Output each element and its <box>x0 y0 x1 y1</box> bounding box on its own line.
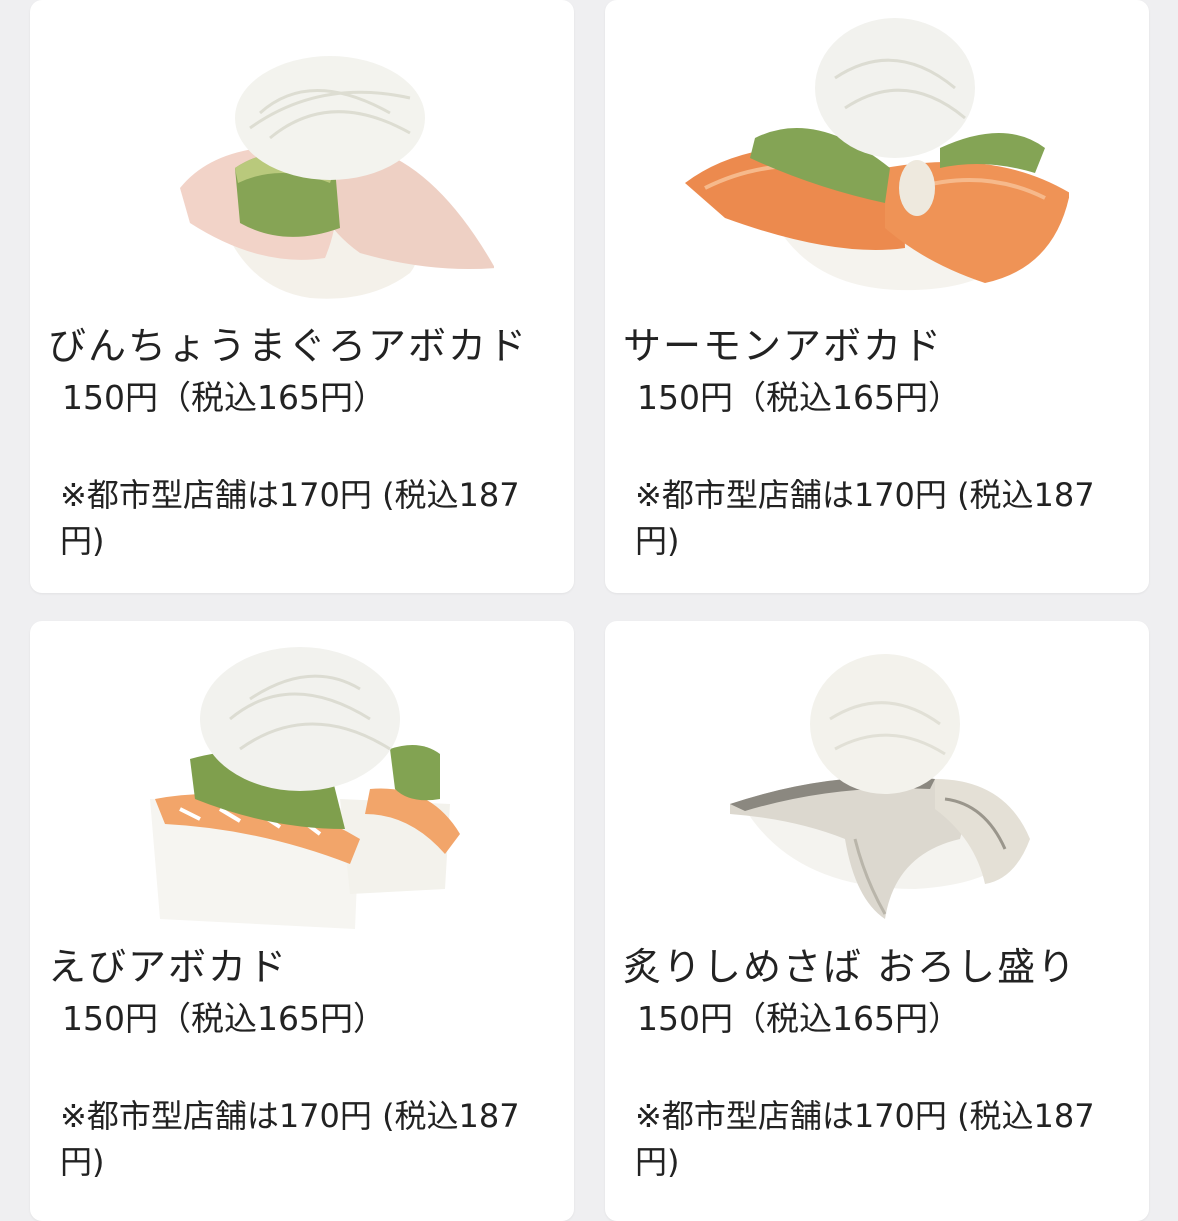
item-price: 150円（税込165円） <box>637 999 961 1038</box>
item-note: ※都市型店舗は170円 (税込187円) <box>635 476 1095 560</box>
menu-card[interactable]: サーモンアボカド 150円（税込165円） ※都市型店舗は170円 (税込187… <box>605 0 1149 593</box>
item-name: えびアボカド <box>48 945 289 989</box>
item-name: 炙りしめさば おろし盛り <box>623 945 1078 989</box>
menu-card[interactable]: えびアボカド 150円（税込165円） ※都市型店舗は170円 (税込187円) <box>30 621 574 1221</box>
item-price: 150円（税込165円） <box>637 378 961 417</box>
sushi-photo <box>685 18 1069 310</box>
sushi-photo <box>110 18 494 310</box>
sushi-photo <box>110 639 494 931</box>
sushi-photo <box>685 639 1069 931</box>
item-note: ※都市型店舗は170円 (税込187円) <box>60 476 520 560</box>
item-name: サーモンアボカド <box>623 324 944 368</box>
menu-card[interactable]: 炙りしめさば おろし盛り 150円（税込165円） ※都市型店舗は170円 (税… <box>605 621 1149 1221</box>
menu-card[interactable]: びんちょうまぐろアボカド 150円（税込165円） ※都市型店舗は170円 (税… <box>30 0 574 593</box>
item-price: 150円（税込165円） <box>62 999 386 1038</box>
item-note: ※都市型店舗は170円 (税込187円) <box>635 1097 1095 1181</box>
item-price: 150円（税込165円） <box>62 378 386 417</box>
item-name: びんちょうまぐろアボカド <box>48 324 529 368</box>
item-note: ※都市型店舗は170円 (税込187円) <box>60 1097 520 1181</box>
